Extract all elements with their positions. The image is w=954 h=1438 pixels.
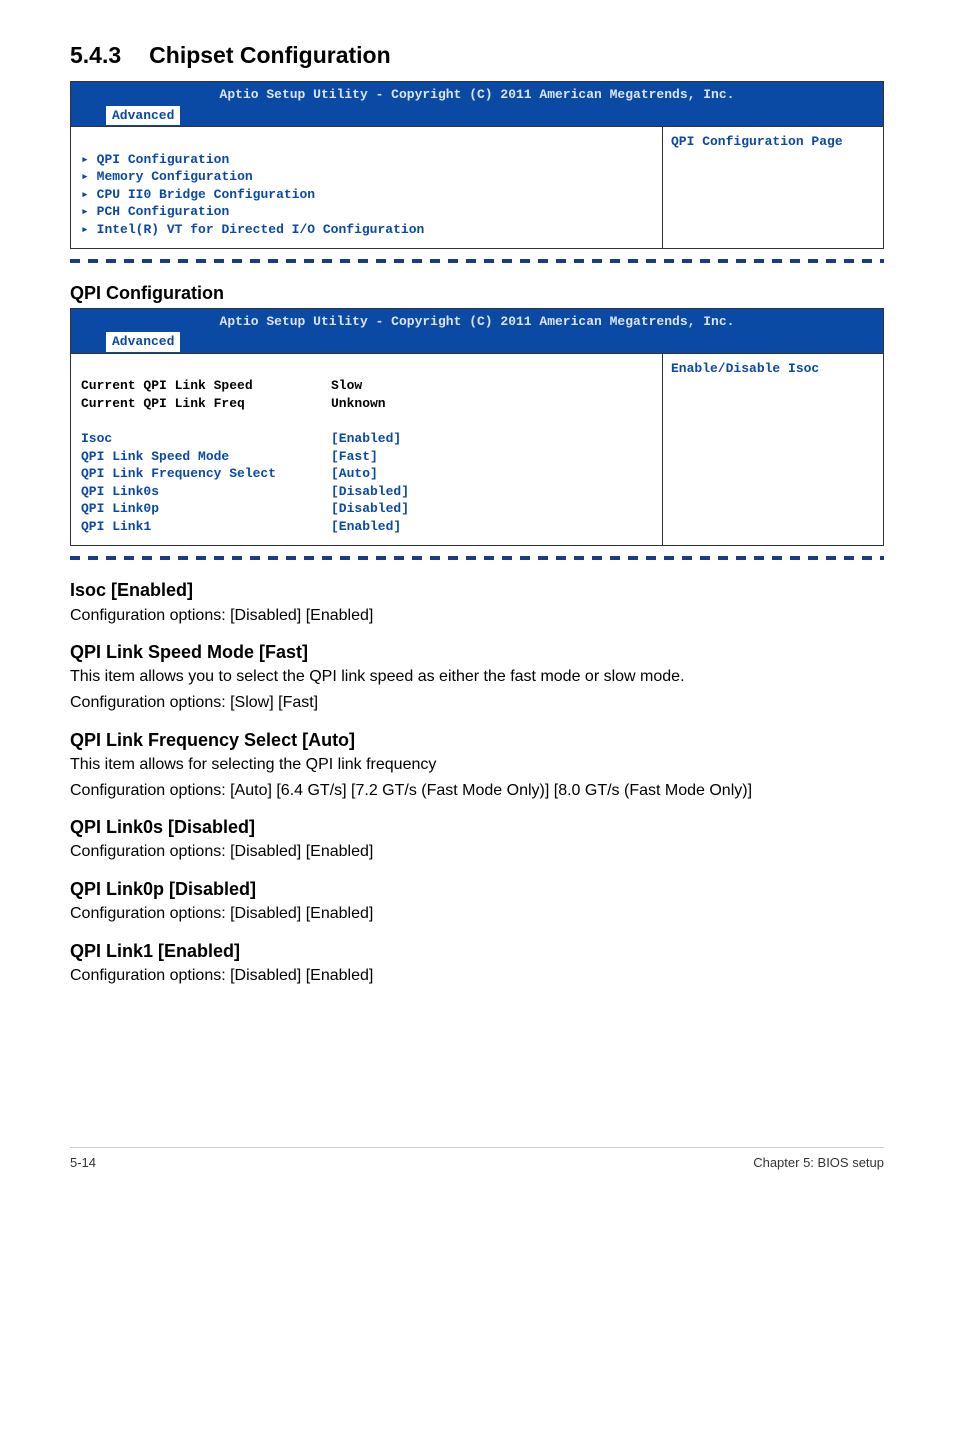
page-number: 5-14 bbox=[70, 1154, 96, 1172]
block-isoc: Isoc [Enabled] Configuration options: [D… bbox=[70, 578, 884, 626]
bios-title: Aptio Setup Utility - Copyright (C) 2011… bbox=[71, 311, 883, 331]
block-link-freq-select: QPI Link Frequency Select [Auto] This it… bbox=[70, 728, 884, 801]
block-link1: QPI Link1 [Enabled] Configuration option… bbox=[70, 939, 884, 987]
tab-advanced[interactable]: Advanced bbox=[105, 331, 181, 352]
menu-qpi-configuration[interactable]: QPI Configuration bbox=[97, 152, 230, 167]
text-isoc-options: Configuration options: [Disabled] [Enabl… bbox=[70, 605, 884, 627]
bios-panel-qpi: Aptio Setup Utility - Copyright (C) 2011… bbox=[70, 308, 884, 561]
text-freq-options: Configuration options: [Auto] [6.4 GT/s]… bbox=[70, 780, 884, 802]
option-link0p[interactable]: QPI Link0p bbox=[81, 500, 331, 518]
bios-help-text: Enable/Disable Isoc bbox=[663, 354, 883, 545]
tab-advanced[interactable]: Advanced bbox=[105, 105, 181, 126]
chevron-right-icon: ▸ bbox=[81, 169, 97, 184]
heading-qpi-configuration: QPI Configuration bbox=[70, 281, 884, 305]
option-link-freq-select[interactable]: QPI Link Frequency Select bbox=[81, 465, 331, 483]
chevron-right-icon: ▸ bbox=[81, 187, 97, 202]
heading-link-speed-mode: QPI Link Speed Mode [Fast] bbox=[70, 640, 884, 664]
chevron-right-icon: ▸ bbox=[81, 152, 97, 167]
value-link0p[interactable]: [Disabled] bbox=[331, 500, 461, 518]
bios-panel-chipset: Aptio Setup Utility - Copyright (C) 2011… bbox=[70, 81, 884, 263]
chevron-right-icon: ▸ bbox=[81, 222, 97, 237]
menu-memory-configuration[interactable]: Memory Configuration bbox=[97, 169, 253, 184]
bios-help-text: QPI Configuration Page bbox=[663, 127, 883, 248]
heading-link1: QPI Link1 [Enabled] bbox=[70, 939, 884, 963]
value-isoc[interactable]: [Enabled] bbox=[331, 430, 461, 448]
text-freq-desc: This item allows for selecting the QPI l… bbox=[70, 754, 884, 776]
option-link1[interactable]: QPI Link1 bbox=[81, 518, 331, 536]
text-link0p-options: Configuration options: [Disabled] [Enabl… bbox=[70, 903, 884, 925]
option-link-speed-mode[interactable]: QPI Link Speed Mode bbox=[81, 448, 331, 466]
value-link-freq-select[interactable]: [Auto] bbox=[331, 465, 461, 483]
value-link1[interactable]: [Enabled] bbox=[331, 518, 461, 536]
section-title: 5.4.3 Chipset Configuration bbox=[70, 40, 884, 71]
truncation-indicator bbox=[70, 259, 884, 263]
heading-link0s: QPI Link0s [Disabled] bbox=[70, 815, 884, 839]
text-speed-options: Configuration options: [Slow] [Fast] bbox=[70, 692, 884, 714]
heading-isoc: Isoc [Enabled] bbox=[70, 578, 884, 602]
option-link0s[interactable]: QPI Link0s bbox=[81, 483, 331, 501]
menu-intel-vt-io[interactable]: Intel(R) VT for Directed I/O Configurati… bbox=[97, 222, 425, 237]
text-speed-desc: This item allows you to select the QPI l… bbox=[70, 666, 884, 688]
value-link-speed-mode[interactable]: [Fast] bbox=[331, 448, 461, 466]
section-number: 5.4.3 bbox=[70, 40, 121, 71]
label-current-speed: Current QPI Link Speed bbox=[81, 377, 331, 395]
value-current-speed: Slow bbox=[331, 377, 461, 395]
block-link0s: QPI Link0s [Disabled] Configuration opti… bbox=[70, 815, 884, 863]
heading-link-freq-select: QPI Link Frequency Select [Auto] bbox=[70, 728, 884, 752]
value-link0s[interactable]: [Disabled] bbox=[331, 483, 461, 501]
menu-cpu-iio-bridge[interactable]: CPU II0 Bridge Configuration bbox=[97, 187, 315, 202]
text-link1-options: Configuration options: [Disabled] [Enabl… bbox=[70, 965, 884, 987]
section-name: Chipset Configuration bbox=[149, 42, 390, 68]
text-link0s-options: Configuration options: [Disabled] [Enabl… bbox=[70, 841, 884, 863]
heading-link0p: QPI Link0p [Disabled] bbox=[70, 877, 884, 901]
block-link0p: QPI Link0p [Disabled] Configuration opti… bbox=[70, 877, 884, 925]
option-isoc[interactable]: Isoc bbox=[81, 430, 331, 448]
block-link-speed-mode: QPI Link Speed Mode [Fast] This item all… bbox=[70, 640, 884, 713]
chevron-right-icon: ▸ bbox=[81, 204, 97, 219]
chapter-title: Chapter 5: BIOS setup bbox=[753, 1154, 884, 1172]
value-current-freq: Unknown bbox=[331, 395, 461, 413]
bios-title: Aptio Setup Utility - Copyright (C) 2011… bbox=[71, 84, 883, 104]
truncation-indicator bbox=[70, 556, 884, 560]
page-footer: 5-14 Chapter 5: BIOS setup bbox=[70, 1147, 884, 1172]
menu-pch-configuration[interactable]: PCH Configuration bbox=[97, 204, 230, 219]
label-current-freq: Current QPI Link Freq bbox=[81, 395, 331, 413]
